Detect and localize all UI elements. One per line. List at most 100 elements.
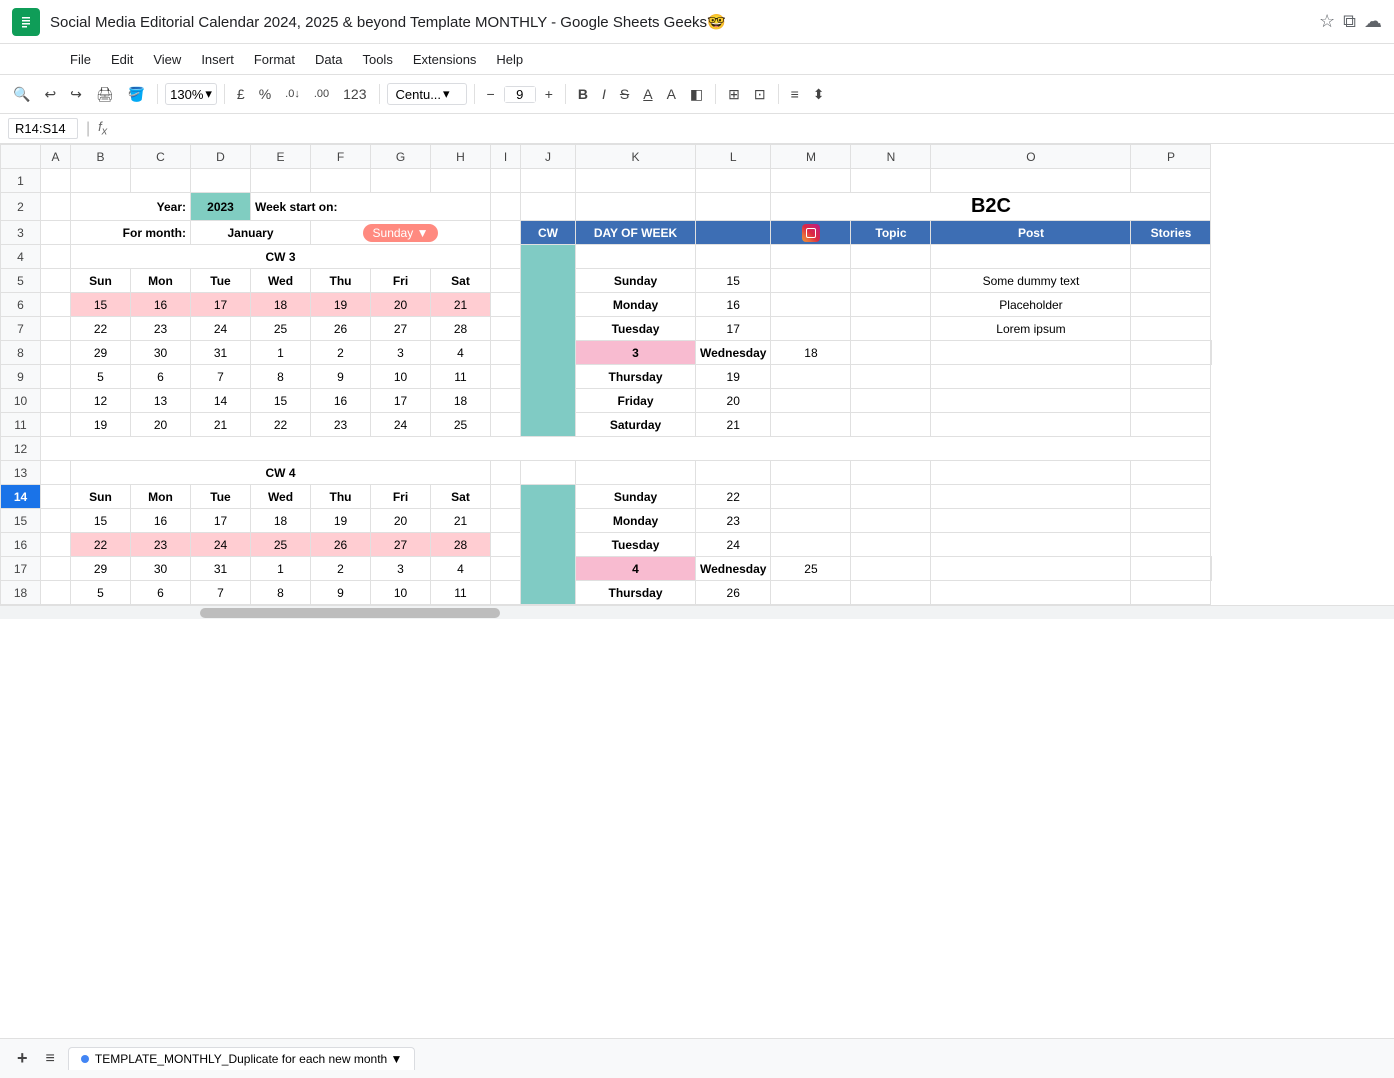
day-dropdown[interactable]: Sunday ▼ bbox=[363, 224, 439, 242]
post-header: Post bbox=[931, 221, 1130, 244]
cell-f15: 19 bbox=[311, 509, 370, 532]
col-header-e[interactable]: E bbox=[251, 145, 311, 169]
day-fri-cw4: Fri bbox=[371, 485, 430, 508]
strikethrough-button[interactable]: S bbox=[615, 83, 634, 105]
col-header-o[interactable]: O bbox=[931, 145, 1131, 169]
undo-button[interactable]: ↩ bbox=[39, 83, 61, 106]
zoom-value: 130% bbox=[170, 87, 203, 102]
row-num-16[interactable]: 16 bbox=[1, 533, 41, 557]
percent-button[interactable]: % bbox=[254, 83, 276, 105]
underline-button[interactable]: A bbox=[638, 83, 657, 105]
search-button[interactable]: 🔍 bbox=[8, 83, 35, 106]
col-header-j[interactable]: J bbox=[521, 145, 576, 169]
decimal-increase-button[interactable]: .00 bbox=[309, 85, 334, 103]
row-num-7[interactable]: 7 bbox=[1, 317, 41, 341]
col-header-l[interactable]: L bbox=[696, 145, 771, 169]
menu-bar: File Edit View Insert Format Data Tools … bbox=[0, 44, 1394, 74]
borders-button[interactable]: ⊞ bbox=[723, 83, 745, 106]
currency-button[interactable]: £ bbox=[232, 83, 250, 105]
col-header-p[interactable]: P bbox=[1131, 145, 1211, 169]
zoom-selector[interactable]: 130% ▾ bbox=[165, 83, 217, 105]
menu-edit[interactable]: Edit bbox=[101, 48, 143, 71]
col-header-a[interactable]: A bbox=[41, 145, 71, 169]
row-num-10[interactable]: 10 bbox=[1, 389, 41, 413]
menu-view[interactable]: View bbox=[143, 48, 191, 71]
row-num-8[interactable]: 8 bbox=[1, 341, 41, 365]
cell-h18: 11 bbox=[431, 581, 490, 604]
fill-color-button[interactable]: ◧ bbox=[685, 83, 708, 106]
row-num-9[interactable]: 9 bbox=[1, 365, 41, 389]
day-sun: Sun bbox=[71, 269, 130, 292]
copy-icon[interactable]: ⧉ bbox=[1343, 11, 1356, 32]
day-num-15: 15 bbox=[696, 269, 770, 292]
col-header-n[interactable]: N bbox=[851, 145, 931, 169]
row-num-11[interactable]: 11 bbox=[1, 413, 41, 437]
paint-format-button[interactable]: 🪣 bbox=[123, 83, 150, 106]
row-num-4[interactable]: 4 bbox=[1, 245, 41, 269]
star-icon[interactable]: ☆ bbox=[1319, 11, 1335, 32]
col-header-m[interactable]: M bbox=[771, 145, 851, 169]
valign-button[interactable]: ⬍ bbox=[808, 83, 830, 106]
menu-help[interactable]: Help bbox=[486, 48, 533, 71]
row-num-2[interactable]: 2 bbox=[1, 193, 41, 221]
day-num-24: 24 bbox=[696, 533, 770, 556]
day-mon: Mon bbox=[131, 269, 190, 292]
col-header-h[interactable]: H bbox=[431, 145, 491, 169]
italic-button[interactable]: I bbox=[597, 83, 611, 105]
col-header-f[interactable]: F bbox=[311, 145, 371, 169]
add-sheet-button[interactable]: + bbox=[12, 1045, 33, 1072]
row-num-15[interactable]: 15 bbox=[1, 509, 41, 533]
row-num-17[interactable]: 17 bbox=[1, 557, 41, 581]
sheet-tab[interactable]: TEMPLATE_MONTHLY_Duplicate for each new … bbox=[68, 1047, 416, 1070]
menu-data[interactable]: Data bbox=[305, 48, 352, 71]
col-header-i[interactable]: I bbox=[491, 145, 521, 169]
more-formats-button[interactable]: 123 bbox=[338, 83, 371, 105]
cell-f16: 26 bbox=[311, 533, 370, 556]
row-num-13[interactable]: 13 bbox=[1, 461, 41, 485]
day-num-23: 23 bbox=[696, 509, 770, 532]
font-size-input[interactable] bbox=[505, 87, 535, 102]
cloud-icon[interactable]: ☁ bbox=[1364, 11, 1382, 32]
text-color-button[interactable]: A bbox=[662, 83, 681, 105]
table-row: 5 Sun Mon Tue Wed Thu Fri Sat Sunday 15 … bbox=[1, 269, 1212, 293]
menu-format[interactable]: Format bbox=[244, 48, 305, 71]
row-num-6[interactable]: 6 bbox=[1, 293, 41, 317]
document-title: Social Media Editorial Calendar 2024, 20… bbox=[50, 13, 1309, 31]
menu-tools[interactable]: Tools bbox=[352, 48, 402, 71]
decimal-decrease-button[interactable]: .0↓ bbox=[280, 85, 305, 103]
bold-button[interactable]: B bbox=[573, 83, 593, 105]
cell-g16: 27 bbox=[371, 533, 430, 556]
menu-insert[interactable]: Insert bbox=[191, 48, 244, 71]
table-row: 11 19 20 21 22 23 24 25 Saturday 21 bbox=[1, 413, 1212, 437]
menu-file[interactable]: File bbox=[60, 48, 101, 71]
font-size-increase-button[interactable]: + bbox=[540, 83, 558, 105]
row-num-5[interactable]: 5 bbox=[1, 269, 41, 293]
table-row: 3 For month: January Sunday ▼ C bbox=[1, 221, 1212, 245]
print-button[interactable]: 🖨 bbox=[91, 83, 119, 106]
col-header-d[interactable]: D bbox=[191, 145, 251, 169]
formula-input[interactable] bbox=[115, 119, 1386, 138]
col-header-b[interactable]: B bbox=[71, 145, 131, 169]
cell-h15: 21 bbox=[431, 509, 490, 532]
font-size-decrease-button[interactable]: − bbox=[482, 83, 500, 105]
col-header-c[interactable]: C bbox=[131, 145, 191, 169]
align-button[interactable]: ≡ bbox=[786, 83, 804, 105]
row-num-18[interactable]: 18 bbox=[1, 581, 41, 605]
font-size-input-container[interactable] bbox=[504, 86, 536, 103]
col-header-k[interactable]: K bbox=[576, 145, 696, 169]
font-selector[interactable]: Centu... ▾ bbox=[387, 83, 467, 105]
day-num-17: 17 bbox=[696, 317, 770, 340]
col-header-g[interactable]: G bbox=[371, 145, 431, 169]
row-num-1[interactable]: 1 bbox=[1, 169, 41, 193]
cell-h10: 18 bbox=[431, 389, 490, 412]
merge-button[interactable]: ⊡ bbox=[749, 83, 771, 106]
cell-b6: 15 bbox=[71, 293, 130, 316]
redo-button[interactable]: ↪ bbox=[65, 83, 87, 106]
menu-extensions[interactable]: Extensions bbox=[403, 48, 487, 71]
row-num-3[interactable]: 3 bbox=[1, 221, 41, 245]
table-row: 8 29 30 31 1 2 3 4 3 Wednesday 18 bbox=[1, 341, 1212, 365]
row-num-14[interactable]: 14 bbox=[1, 485, 41, 509]
sheet-menu-button[interactable]: ≡ bbox=[41, 1047, 60, 1071]
cell-reference[interactable]: R14:S14 bbox=[8, 118, 78, 139]
row-num-12[interactable]: 12 bbox=[1, 437, 41, 461]
